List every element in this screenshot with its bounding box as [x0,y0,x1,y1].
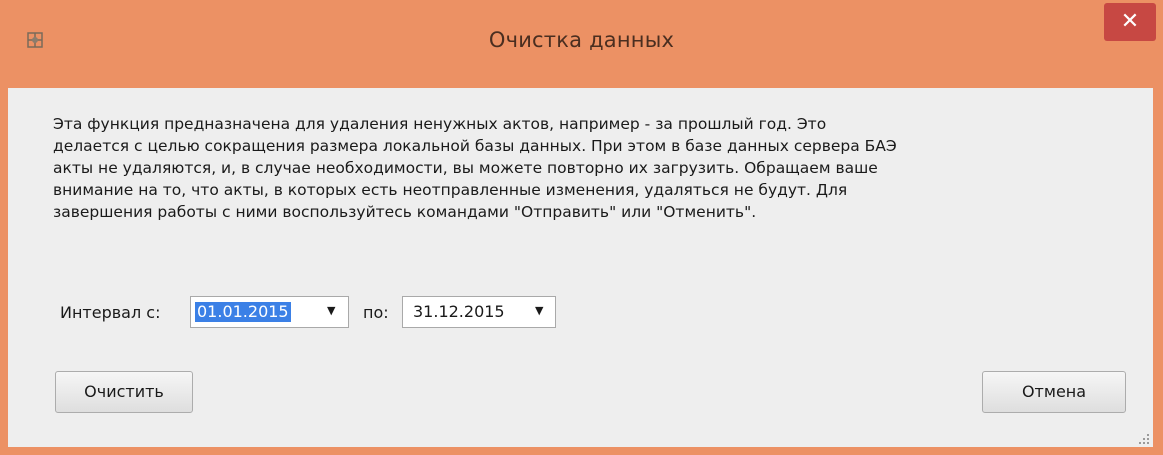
cancel-button[interactable]: Отмена [982,371,1126,413]
date-from-select[interactable]: 01.01.2015 ▼ [190,296,349,328]
date-to-value[interactable]: 31.12.2015 [413,302,505,322]
title-bar[interactable]: Очистка данных ✕ [0,0,1163,88]
close-button[interactable]: ✕ [1104,3,1156,41]
chevron-down-icon[interactable]: ▼ [535,304,543,317]
window-title: Очистка данных [488,28,675,52]
dialog-window: Очистка данных ✕ Эта функция предназначе… [0,0,1163,455]
interval-from-label: Интервал с: [60,303,161,322]
clear-button[interactable]: Очистить [55,371,193,413]
date-from-value[interactable]: 01.01.2015 [195,302,291,322]
resize-grip-icon[interactable] [1138,433,1150,445]
close-icon: ✕ [1120,9,1140,34]
description-text: Эта функция предназначена для удаления н… [53,115,897,221]
date-to-select[interactable]: 31.12.2015 ▼ [402,296,556,328]
chevron-down-icon[interactable]: ▼ [327,304,335,317]
interval-to-label: по: [363,303,389,322]
